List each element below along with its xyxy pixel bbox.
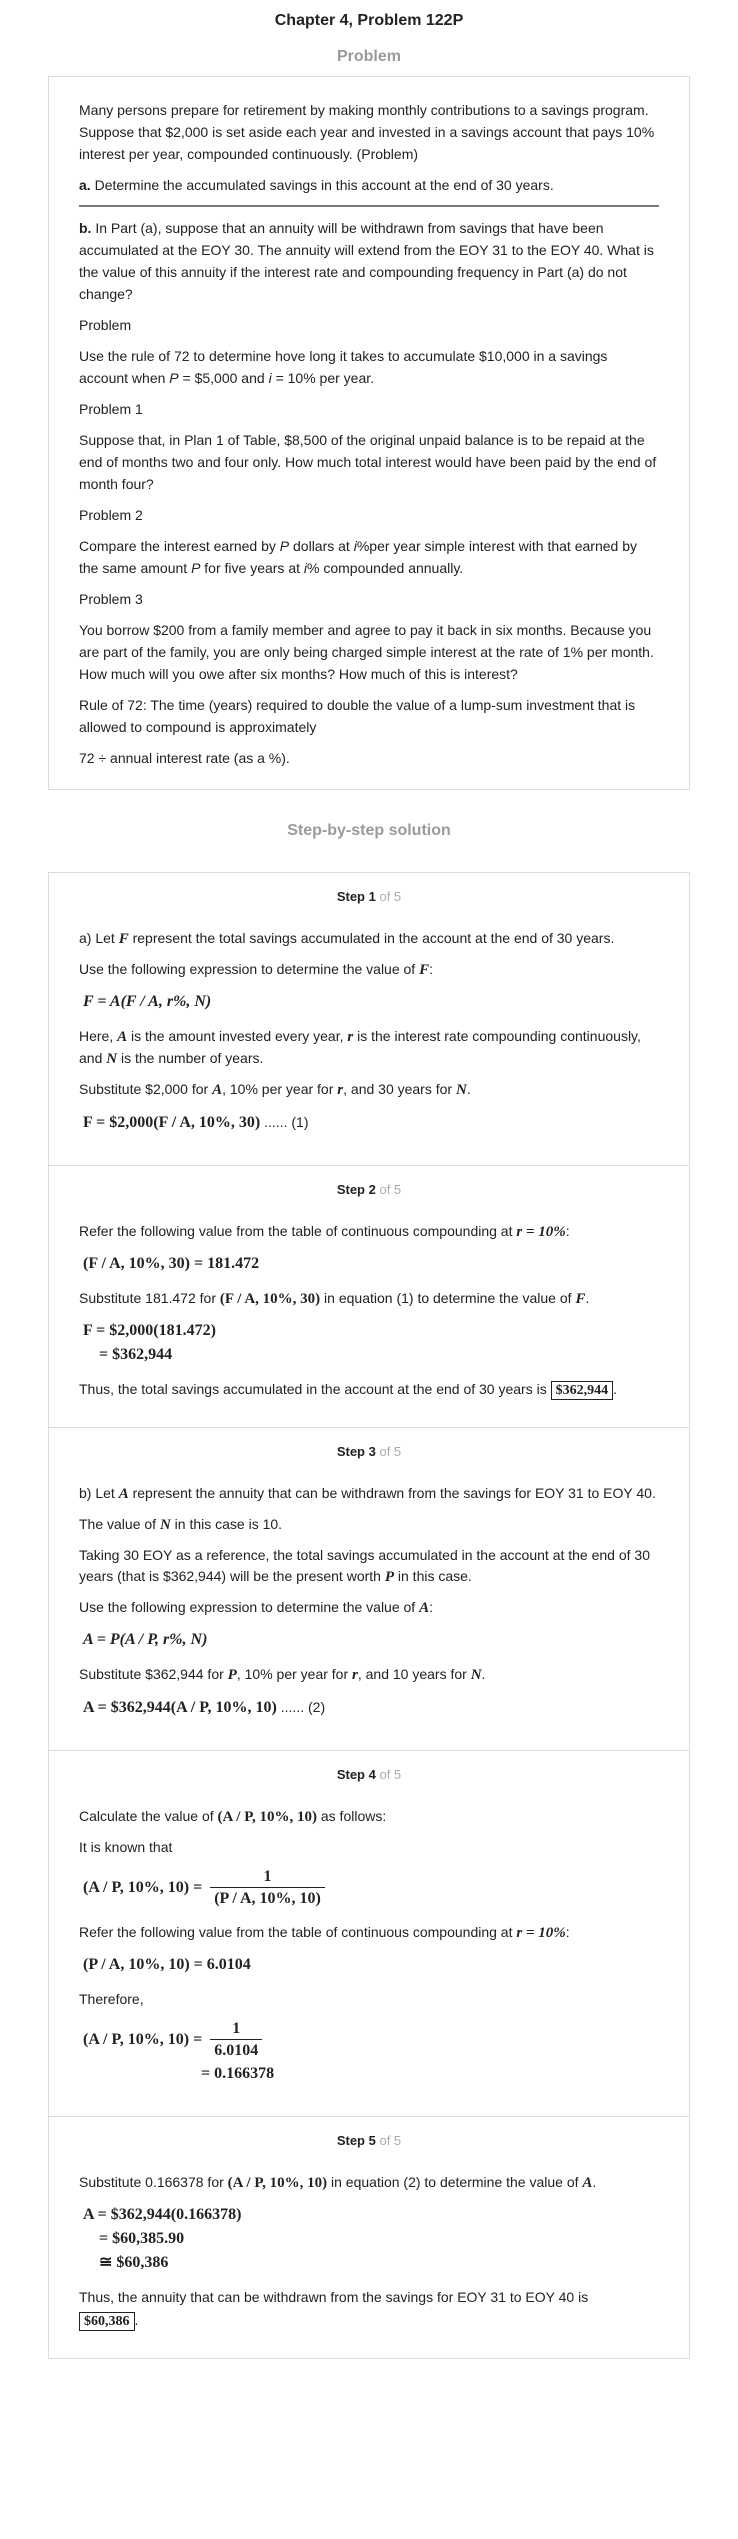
rule-72-formula: 72 ÷ annual interest rate (as a %). bbox=[79, 750, 290, 766]
step-1-header: Step 1 of 5 bbox=[336, 889, 402, 904]
step-1-line-3: Here, A is the amount invested every yea… bbox=[79, 1028, 641, 1067]
problem-intro: Many persons prepare for retirement by m… bbox=[79, 102, 655, 162]
problem-card: Many persons prepare for retirement by m… bbox=[48, 76, 690, 790]
step-2-table-value: (F / A, 10%, 30) = 181.472 bbox=[83, 1255, 260, 1272]
step-5-header: Step 5 of 5 bbox=[336, 2133, 402, 2148]
page-title: Chapter 4, Problem 122P bbox=[274, 12, 464, 29]
plan-question: Suppose that, in Plan 1 of Table, $8,500… bbox=[79, 432, 657, 492]
solution-section-title: Step-by-step solution bbox=[287, 822, 451, 839]
borrow-question: You borrow $200 from a family member and… bbox=[79, 622, 654, 682]
step-4-identity-fraction: 1 (P / A, 10%, 10) bbox=[210, 1867, 325, 1910]
step-5-calculation: A = $362,944(0.166378) = $60,385.90 ≅ $6… bbox=[83, 2206, 242, 2271]
problem-heading-1: Problem 1 bbox=[79, 401, 143, 417]
problem-heading-2: Problem 2 bbox=[79, 507, 143, 523]
step-4-header: Step 4 of 5 bbox=[336, 1767, 402, 1782]
step-3: Step 3 of 5 b) Let A represent the annui… bbox=[49, 1428, 689, 1751]
problem-heading-3: Problem 3 bbox=[79, 591, 143, 607]
step-3-line-3: Taking 30 EOY as a reference, the total … bbox=[79, 1547, 650, 1585]
part-a-text: Determine the accumulated savings in thi… bbox=[90, 177, 554, 193]
step-1: Step 1 of 5 a) Let F represent the total… bbox=[49, 873, 689, 1166]
step-1-line-1: a) Let F represent the total savings acc… bbox=[79, 930, 615, 947]
step-2-line-1: Refer the following value from the table… bbox=[79, 1223, 570, 1240]
problem-divider bbox=[79, 205, 659, 207]
step-2-header: Step 2 of 5 bbox=[336, 1182, 402, 1197]
step-5-answer-box: $60,386 bbox=[79, 2312, 135, 2331]
step-4-identity: (A / P, 10%, 10) = 1 (P / A, 10%, 10) bbox=[83, 1867, 659, 1910]
step-4-line-1: Calculate the value of (A / P, 10%, 10) … bbox=[79, 1808, 387, 1825]
step-1-formula: F = A(F / A, r%, N) bbox=[83, 993, 212, 1010]
problem-heading-0: Problem bbox=[79, 317, 132, 333]
step-2-line-2: Substitute 181.472 for (F / A, 10%, 30) … bbox=[79, 1290, 590, 1307]
step-4-line-2: It is known that bbox=[79, 1839, 173, 1855]
rule-72-text: Rule of 72: The time (years) required to… bbox=[79, 697, 636, 735]
part-b-text: In Part (a), suppose that an annuity wil… bbox=[79, 220, 654, 302]
part-a-label: a. bbox=[79, 177, 91, 193]
step-5: Step 5 of 5 Substitute 0.166378 for (A /… bbox=[49, 2117, 689, 2358]
problem-section-title: Problem bbox=[336, 48, 401, 65]
step-2-conclusion: Thus, the total savings accumulated in t… bbox=[79, 1381, 618, 1400]
step-4: Step 4 of 5 Calculate the value of (A / … bbox=[49, 1751, 689, 2117]
step-3-line-4: Use the following expression to determin… bbox=[79, 1599, 433, 1616]
part-b-label: b. bbox=[79, 220, 92, 236]
step-4-line-3: Refer the following value from the table… bbox=[79, 1924, 570, 1941]
step-3-line-1: b) Let A represent the annuity that can … bbox=[79, 1485, 656, 1502]
step-3-formula: A = P(A / P, r%, N) bbox=[83, 1631, 208, 1648]
step-4-calc-fraction: 1 6.0104 bbox=[210, 2019, 263, 2062]
rule-question: Use the rule of 72 to determine hove lon… bbox=[79, 348, 608, 386]
step-1-line-2: Use the following expression to determin… bbox=[79, 961, 433, 978]
step-3-header: Step 3 of 5 bbox=[336, 1444, 402, 1459]
step-1-equation-1: F = $2,000(F / A, 10%, 30) ...... (1) bbox=[83, 1114, 309, 1131]
step-2: Step 2 of 5 Refer the following value fr… bbox=[49, 1166, 689, 1428]
step-4-table-value: (P / A, 10%, 10) = 6.0104 bbox=[83, 1956, 251, 1973]
part-a: a. Determine the accumulated savings in … bbox=[79, 174, 659, 196]
compare-question: Compare the interest earned by P dollars… bbox=[79, 538, 637, 576]
solution-card: Step 1 of 5 a) Let F represent the total… bbox=[48, 872, 690, 2359]
step-3-line-2: The value of N in this case is 10. bbox=[79, 1516, 283, 1533]
step-5-answer: $60,386. bbox=[79, 2310, 659, 2332]
step-1-line-4: Substitute $2,000 for A, 10% per year fo… bbox=[79, 1081, 471, 1098]
part-b: b. In Part (a), suppose that an annuity … bbox=[79, 217, 659, 305]
step-5-conclusion: Thus, the annuity that can be withdrawn … bbox=[79, 2289, 589, 2305]
step-4-line-4: Therefore, bbox=[79, 1991, 144, 2007]
step-5-line-1: Substitute 0.166378 for (A / P, 10%, 10)… bbox=[79, 2174, 597, 2191]
step-4-calculation: (A / P, 10%, 10) = 1 6.0104 = 0.166378 bbox=[83, 2019, 275, 2082]
step-2-calculation: F = $2,000(181.472) = $362,944 bbox=[83, 1322, 216, 1363]
step-3-line-5: Substitute $362,944 for P, 10% per year … bbox=[79, 1666, 486, 1683]
step-3-equation-2: A = $362,944(A / P, 10%, 10) ...... (2) bbox=[83, 1699, 326, 1716]
step-2-answer-box: $362,944 bbox=[550, 1381, 614, 1400]
